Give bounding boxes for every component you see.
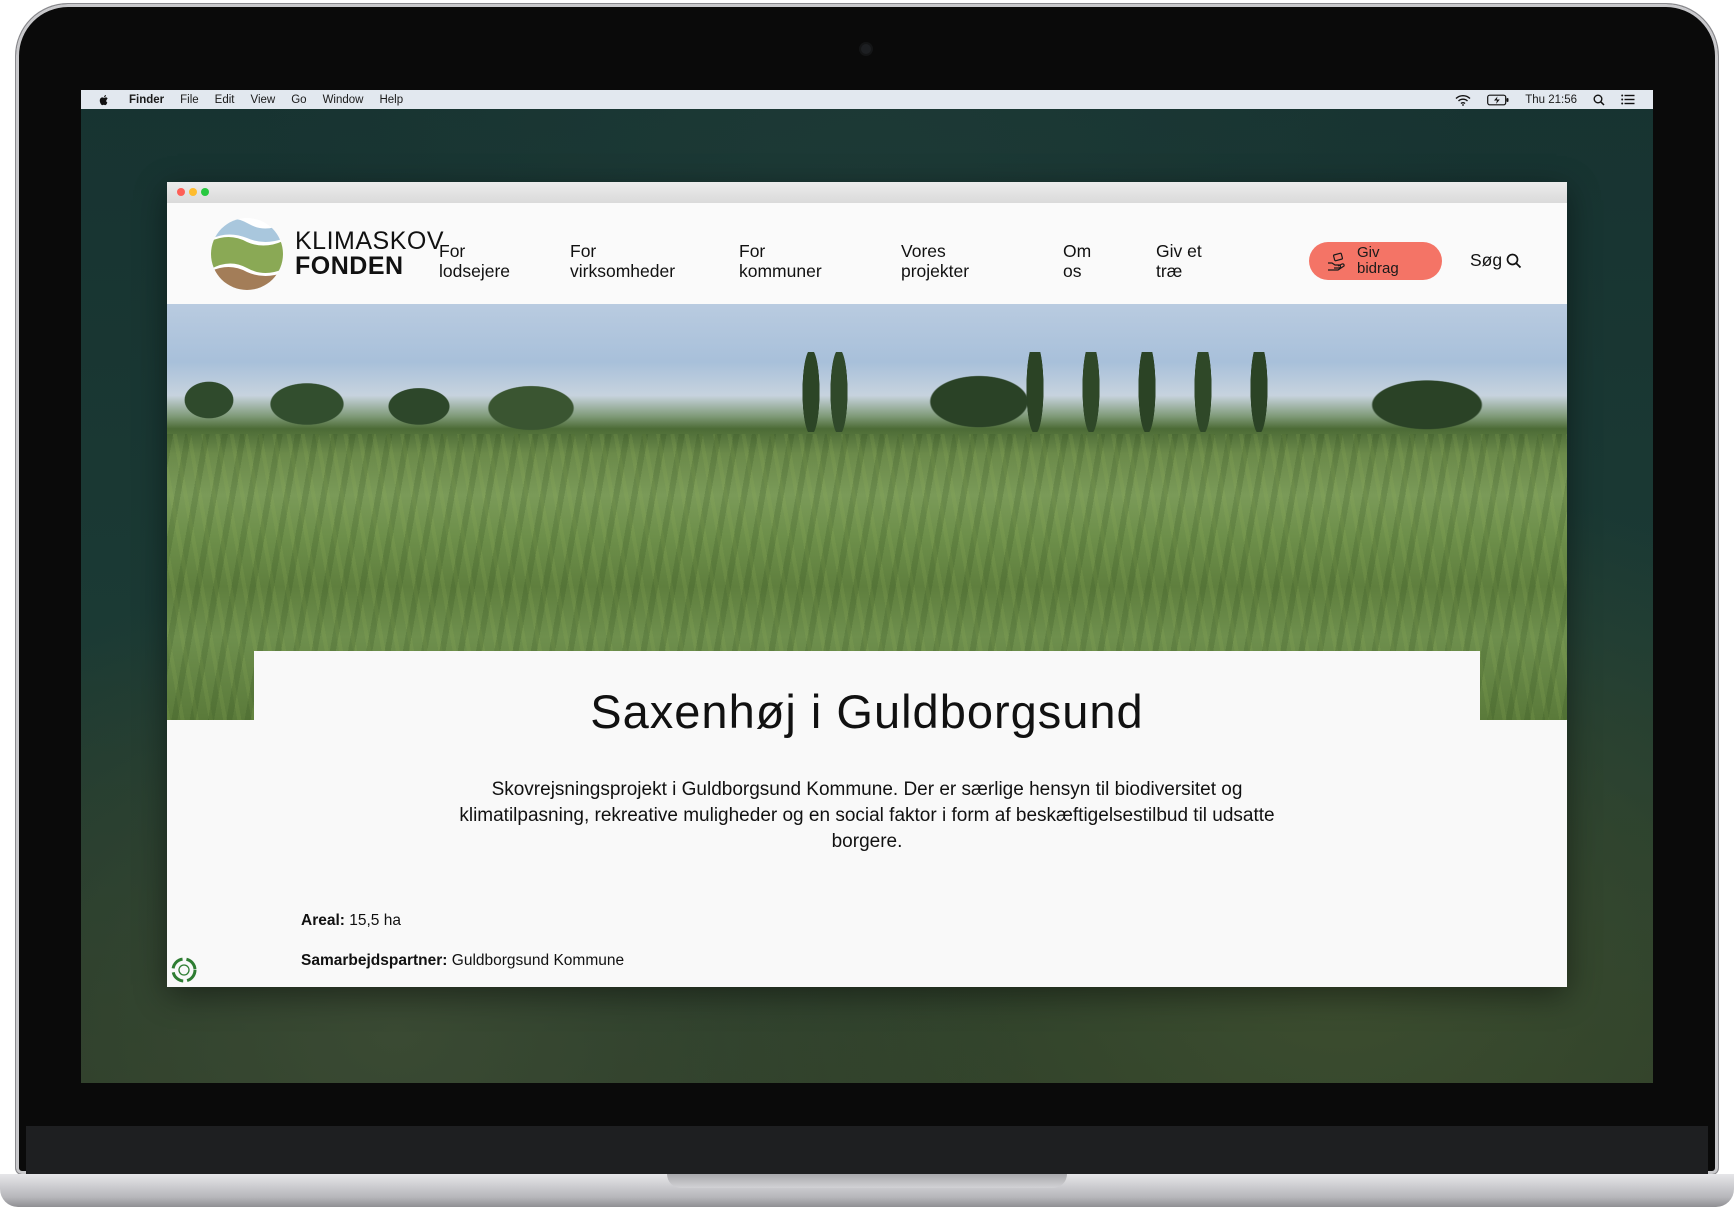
fact-samarbejdspartner-value: Guldborgsund Kommune [451, 952, 625, 969]
laptop-notch [667, 1174, 1067, 1188]
desktop-screen: Finder File Edit View Go Window Help Thu… [81, 90, 1653, 1083]
nav-giv-et-trae[interactable]: Giv et træ [1156, 241, 1202, 281]
nav-for-virksomheder[interactable]: For virksomheder [570, 241, 675, 281]
laptop-chin [26, 1126, 1708, 1174]
menu-edit[interactable]: Edit [215, 94, 235, 106]
wifi-icon[interactable] [1455, 94, 1471, 106]
window-zoom-button[interactable] [201, 188, 209, 196]
spotlight-search-icon[interactable] [1593, 94, 1605, 106]
menu-window[interactable]: Window [323, 94, 364, 106]
menu-view[interactable]: View [251, 94, 276, 106]
menubar-clock[interactable]: Thu 21:56 [1525, 94, 1577, 106]
site-logo[interactable]: KLIMASKOV FONDEN [295, 229, 444, 279]
nav-om-os[interactable]: Om os [1063, 241, 1091, 281]
os-menubar: Finder File Edit View Go Window Help Thu… [81, 90, 1653, 109]
project-intro: Skovrejsningsprojekt i Guldborgsund Komm… [459, 779, 1275, 852]
fact-areal: Areal: 15,5 ha [301, 912, 401, 930]
browser-window: KLIMASKOV FONDEN For lodsejere For virks… [167, 182, 1567, 987]
notification-center-icon[interactable] [1621, 94, 1635, 105]
apple-icon[interactable] [97, 93, 111, 107]
nav-for-lodsejere[interactable]: For lodsejere [439, 241, 510, 281]
search-label: Søg [1470, 250, 1503, 270]
window-minimize-button[interactable] [189, 188, 197, 196]
donate-hand-icon [1328, 252, 1345, 271]
search-icon [1506, 253, 1522, 268]
giv-bidrag-button[interactable]: Giv bidrag [1309, 242, 1442, 280]
search-button[interactable]: Søg [1470, 250, 1522, 271]
window-close-button[interactable] [177, 188, 185, 196]
menu-finder[interactable]: Finder [129, 94, 164, 106]
fact-areal-value: 15,5 ha [349, 912, 401, 929]
hero-treeline [167, 352, 1567, 432]
page-title: Saxenhøj i Guldborgsund [590, 685, 1144, 738]
menu-go[interactable]: Go [291, 94, 306, 106]
menu-file[interactable]: File [180, 94, 199, 106]
fact-areal-label: Areal: [301, 912, 345, 929]
menu-help[interactable]: Help [379, 94, 403, 106]
giv-bidrag-label: Giv bidrag [1357, 244, 1399, 277]
window-titlebar[interactable] [167, 182, 1567, 204]
nav-vores-projekter[interactable]: Vores projekter [901, 241, 969, 281]
fact-samarbejdspartner-label: Samarbejdspartner: [301, 952, 448, 969]
logo-line-1: KLIMASKOV [295, 227, 444, 255]
fact-samarbejdspartner: Samarbejdspartner: Guldborgsund Kommune [301, 952, 624, 970]
cookie-settings-icon[interactable] [170, 956, 198, 984]
battery-icon[interactable] [1487, 94, 1509, 106]
nav-for-kommuner[interactable]: For kommuner [739, 241, 822, 281]
site-header: KLIMASKOV FONDEN For lodsejere For virks… [167, 203, 1567, 304]
logo-line-2: FONDEN [295, 252, 404, 280]
klimaskovfonden-logo-icon[interactable] [209, 216, 285, 292]
webcam [861, 44, 871, 54]
